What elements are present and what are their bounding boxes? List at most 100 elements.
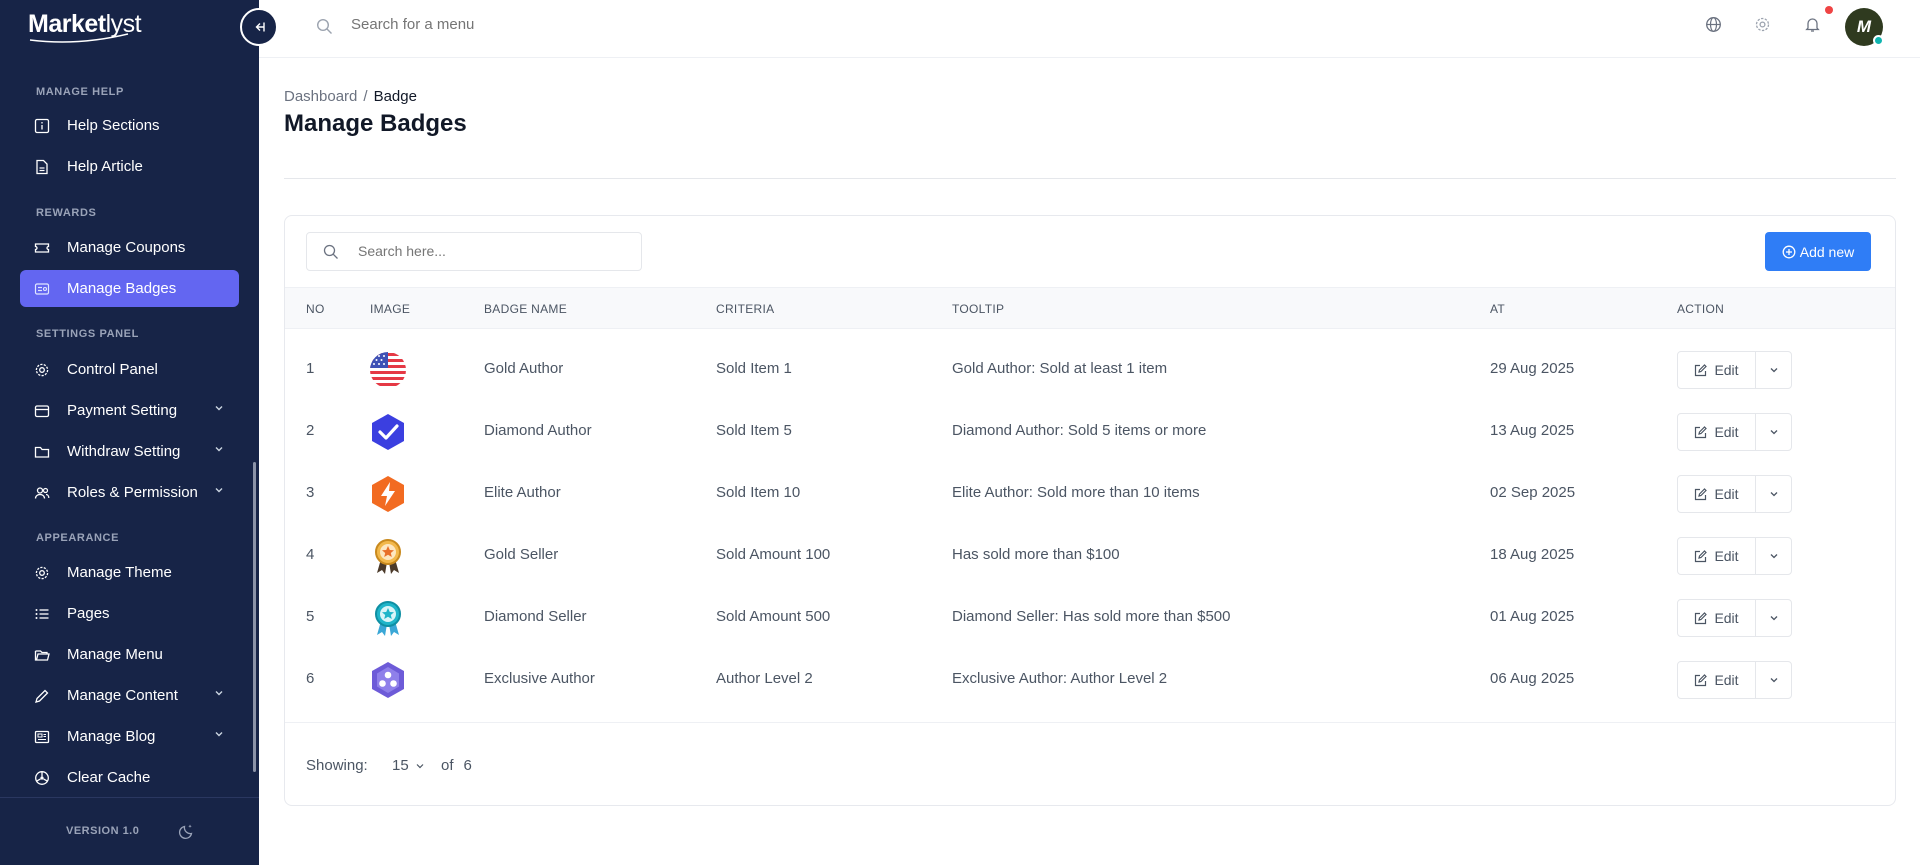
chevron-down-icon <box>1770 492 1777 497</box>
row-actions-dropdown[interactable] <box>1756 600 1791 636</box>
sidebar-item-label: Payment Setting <box>67 402 178 419</box>
row-action-group: Edit <box>1677 661 1792 699</box>
us-flag-badge-icon <box>370 352 406 388</box>
top-bar <box>259 0 1920 58</box>
row-date: 01 Aug 2025 <box>1490 608 1575 625</box>
globe-icon[interactable] <box>1705 16 1722 33</box>
edit-label: Edit <box>1714 362 1739 378</box>
row-action-group: Edit <box>1677 599 1792 637</box>
settings-gear-icon[interactable] <box>1754 16 1771 33</box>
row-tooltip: Gold Author: Sold at least 1 item <box>952 360 1168 377</box>
row-date: 06 Aug 2025 <box>1490 670 1575 687</box>
sidebar-item-manage-menu[interactable]: Manage Menu <box>20 636 239 673</box>
edit-icon <box>1695 363 1708 376</box>
edit-label: Edit <box>1714 424 1739 440</box>
sidebar-item-label: Manage Badges <box>67 280 177 297</box>
row-no: 3 <box>306 484 315 501</box>
row-date: 13 Aug 2025 <box>1490 422 1575 439</box>
row-actions-dropdown[interactable] <box>1756 414 1791 450</box>
sidebar-item-label: Withdraw Setting <box>67 443 181 460</box>
page-size-select[interactable]: 15 <box>392 757 425 774</box>
header-divider <box>284 178 1896 179</box>
breadcrumb-dashboard[interactable]: Dashboard <box>284 88 357 105</box>
breadcrumb-current: Badge <box>373 88 417 105</box>
row-criteria: Sold Item 1 <box>716 360 792 377</box>
plus-circle-icon <box>1782 245 1796 258</box>
col-badge-name: BADGE NAME <box>484 302 568 316</box>
sidebar-item-label: Manage Coupons <box>67 239 186 256</box>
table-search-input[interactable] <box>358 243 618 259</box>
sidebar-collapse-button[interactable] <box>240 8 278 46</box>
edit-button[interactable]: Edit <box>1678 538 1756 574</box>
sidebar-item-pages[interactable]: Pages <box>20 595 239 632</box>
edit-button[interactable]: Edit <box>1678 352 1756 388</box>
sidebar-item-manage-content[interactable]: Manage Content <box>20 677 239 714</box>
edit-button[interactable]: Edit <box>1678 476 1756 512</box>
chevron-down-icon <box>1770 368 1777 373</box>
sidebar-item-control-panel[interactable]: Control Panel <box>20 351 239 388</box>
add-new-button[interactable]: Add new <box>1765 232 1871 271</box>
section-settings-panel: SETTINGS PANEL <box>36 328 139 340</box>
section-appearance: APPEARANCE <box>36 532 120 544</box>
logo-swoosh-icon <box>29 33 129 43</box>
row-no: 1 <box>306 360 315 377</box>
edit-button[interactable]: Edit <box>1678 600 1756 636</box>
sidebar-item-clear-cache[interactable]: Clear Cache <box>20 759 239 796</box>
row-actions-dropdown[interactable] <box>1756 538 1791 574</box>
online-status-dot <box>1873 35 1884 46</box>
badges-card: Add new NO IMAGE BADGE NAME CRITERIA TOO… <box>284 215 1896 806</box>
table-search[interactable] <box>306 232 642 271</box>
bell-icon[interactable] <box>1804 16 1821 33</box>
row-tooltip: Diamond Seller: Has sold more than $500 <box>952 608 1231 625</box>
row-criteria: Sold Item 5 <box>716 422 792 439</box>
row-badge-name: Gold Seller <box>484 546 559 563</box>
row-actions-dropdown[interactable] <box>1756 352 1791 388</box>
sidebar-item-payment-setting[interactable]: Payment Setting <box>20 392 239 429</box>
users-icon <box>33 484 51 502</box>
sidebar-item-manage-coupons[interactable]: Manage Coupons <box>20 229 239 266</box>
chevron-down-icon <box>215 406 223 411</box>
row-tooltip: Exclusive Author: Author Level 2 <box>952 670 1168 687</box>
moon-icon[interactable] <box>178 822 196 840</box>
sidebar-item-manage-badges[interactable]: Manage Badges <box>20 270 239 307</box>
orange-bolt-badge-icon <box>372 476 404 512</box>
total-count: of 6 <box>441 757 472 774</box>
sidebar-item-help-sections[interactable]: Help Sections <box>20 107 239 144</box>
sidebar-scrollbar[interactable] <box>253 462 256 772</box>
menu-search-input[interactable] <box>351 16 651 33</box>
sidebar-divider <box>0 797 259 798</box>
sidebar-item-withdraw-setting[interactable]: Withdraw Setting <box>20 433 239 470</box>
edit-label: Edit <box>1714 610 1739 626</box>
page-title: Manage Badges <box>284 110 467 137</box>
cache-icon <box>33 769 51 787</box>
table-header: NO IMAGE BADGE NAME CRITERIA TOOLTIP AT … <box>285 287 1895 329</box>
edit-button[interactable]: Edit <box>1678 414 1756 450</box>
sidebar-item-roles-permission[interactable]: Roles & Permission <box>20 474 239 511</box>
row-actions-dropdown[interactable] <box>1756 476 1791 512</box>
sidebar-item-manage-blog[interactable]: Manage Blog <box>20 718 239 755</box>
sidebar-item-help-article[interactable]: Help Article <box>20 148 239 185</box>
edit-button[interactable]: Edit <box>1678 662 1756 698</box>
chevron-down-icon <box>215 691 223 696</box>
col-criteria: CRITERIA <box>716 302 775 316</box>
sidebar-item-label: Manage Blog <box>67 728 156 745</box>
table-row: 4 Gold Seller Sold Amount 100 Has sold m… <box>285 525 1895 587</box>
breadcrumb-separator: / <box>363 88 368 105</box>
teal-medal-badge-icon <box>375 601 401 636</box>
sidebar-item-manage-theme[interactable]: Manage Theme <box>20 554 239 591</box>
row-action-group: Edit <box>1677 413 1792 451</box>
row-action-group: Edit <box>1677 537 1792 575</box>
chevron-down-icon <box>1770 430 1777 435</box>
sidebar: Marketlyst MANAGE HELP Help Sections Hel… <box>0 0 259 865</box>
row-actions-dropdown[interactable] <box>1756 662 1791 698</box>
gear-icon <box>33 564 51 582</box>
sidebar-item-label: Help Sections <box>67 117 160 134</box>
row-criteria: Sold Amount 500 <box>716 608 831 625</box>
chevron-down-icon <box>1770 678 1777 683</box>
avatar-initial: M <box>1856 17 1872 36</box>
edit-icon <box>1695 673 1708 686</box>
collapse-left-icon <box>255 22 265 32</box>
col-at: AT <box>1490 302 1506 316</box>
chevron-down-icon <box>215 732 223 737</box>
section-rewards: REWARDS <box>36 207 97 219</box>
